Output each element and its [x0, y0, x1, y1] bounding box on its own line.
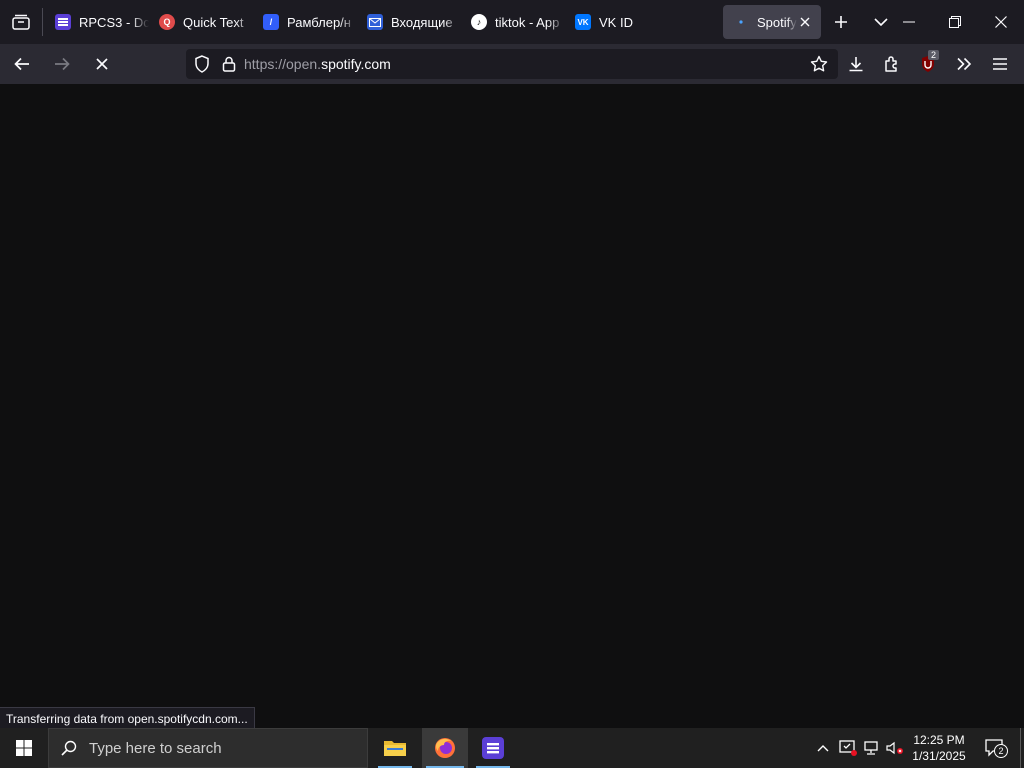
windows-taskbar: Type here to search 12:25 PM 1/31/2025 2	[0, 728, 1024, 768]
ublock-extension-button[interactable]: 2	[910, 48, 946, 80]
rpcs3-icon	[55, 14, 71, 30]
loading-icon	[733, 14, 749, 30]
tracking-protection-icon[interactable]	[194, 55, 210, 73]
close-tab-icon[interactable]	[797, 14, 813, 30]
tab-title: RPCS3 - Dc	[79, 14, 149, 30]
extensions-button[interactable]	[874, 48, 910, 80]
network-tray-icon[interactable]	[860, 728, 884, 768]
firefox-view-icon	[12, 14, 30, 30]
arrow-left-icon	[14, 57, 29, 71]
tab-quick-text[interactable]: Q Quick Text	[149, 5, 253, 39]
restore-button[interactable]	[932, 0, 978, 44]
firefox-taskbar-button[interactable]	[422, 728, 468, 768]
restore-icon	[949, 16, 961, 28]
tiktok-icon: ♪	[471, 14, 487, 30]
tab-tiktok[interactable]: ♪ tiktok - App	[461, 5, 565, 39]
taskbar-clock[interactable]: 12:25 PM 1/31/2025	[904, 728, 974, 768]
tab-strip: RPCS3 - Dc Q Quick Text / Рамблер/н Вход…	[0, 0, 1024, 44]
rpcs3-icon	[482, 737, 504, 759]
firefox-icon	[435, 738, 455, 758]
new-tab-button[interactable]	[821, 5, 861, 39]
close-window-button[interactable]	[978, 0, 1024, 44]
back-button[interactable]	[4, 48, 40, 80]
stop-loading-button[interactable]	[84, 48, 120, 80]
url-prefix: https://open.	[244, 56, 322, 72]
download-icon	[849, 57, 863, 72]
search-placeholder: Type here to search	[89, 739, 222, 757]
folder-icon	[384, 741, 406, 756]
rambler-icon: /	[263, 14, 279, 30]
file-explorer-taskbar-button[interactable]	[374, 728, 416, 768]
taskbar-search-box[interactable]: Type here to search	[48, 728, 368, 768]
lock-icon[interactable]	[222, 56, 236, 72]
security-tray-icon[interactable]	[836, 728, 860, 768]
start-button[interactable]	[0, 728, 48, 768]
show-hidden-icons-button[interactable]	[812, 728, 834, 768]
arrow-right-icon	[55, 57, 70, 71]
show-desktop-button[interactable]	[1020, 728, 1024, 768]
puzzle-icon	[885, 56, 897, 72]
chevron-up-icon	[817, 745, 829, 752]
volume-muted-icon[interactable]	[884, 728, 906, 768]
downloads-button[interactable]	[838, 48, 874, 80]
clock-time: 12:25 PM	[913, 733, 965, 747]
tab-title: Рамблер/н	[287, 14, 351, 30]
url-domain: spotify.com	[321, 56, 391, 72]
plus-icon	[835, 16, 847, 28]
notification-center-button[interactable]: 2	[978, 728, 1012, 768]
hamburger-icon	[993, 58, 1007, 70]
mail-icon	[367, 14, 383, 30]
firefox-view-button[interactable]	[0, 0, 42, 44]
notification-count: 2	[994, 744, 1008, 758]
tab-spotify-active[interactable]: Spotify -	[723, 5, 821, 39]
minimize-button[interactable]	[886, 0, 932, 44]
search-icon	[61, 740, 77, 756]
minimize-icon	[903, 21, 915, 23]
tab-inbox[interactable]: Входящие	[357, 5, 461, 39]
status-panel: Transferring data from open.spotifycdn.c…	[0, 707, 255, 729]
tab-title: VK ID	[599, 14, 633, 30]
windows-logo-icon	[16, 740, 32, 756]
tab-rpcs3[interactable]: RPCS3 - Dc	[45, 5, 149, 39]
tab-separator	[42, 8, 43, 36]
page-content	[0, 84, 1024, 728]
forward-button[interactable]	[44, 48, 80, 80]
overflow-menu-button[interactable]	[946, 48, 982, 80]
tab-rambler[interactable]: / Рамблер/н	[253, 5, 357, 39]
close-icon	[995, 16, 1007, 28]
navigation-toolbar: https://open.spotify.com 2	[0, 44, 1024, 84]
bookmark-star-icon[interactable]	[810, 55, 828, 73]
stop-icon	[96, 58, 108, 70]
rpcs3-taskbar-button[interactable]	[472, 728, 514, 768]
double-chevron-right-icon	[957, 57, 972, 71]
tab-title: Spotify -	[757, 14, 797, 30]
tab-title: Входящие	[391, 14, 453, 30]
quicktext-icon: Q	[159, 14, 175, 30]
url-text[interactable]: https://open.spotify.com	[244, 56, 391, 72]
extension-badge: 2	[928, 50, 940, 60]
tab-vk-id[interactable]: VK VK ID	[565, 5, 669, 39]
address-bar[interactable]: https://open.spotify.com	[186, 49, 838, 79]
clock-date: 1/31/2025	[912, 749, 966, 763]
app-menu-button[interactable]	[982, 48, 1018, 80]
tab-title: Quick Text	[183, 14, 244, 30]
vk-icon: VK	[575, 14, 591, 30]
tab-title: tiktok - App	[495, 14, 560, 30]
